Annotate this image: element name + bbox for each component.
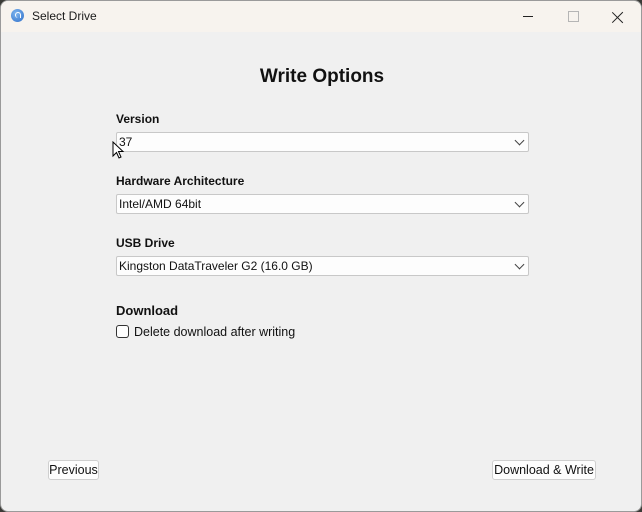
- version-select[interactable]: 37: [116, 132, 529, 152]
- title-bar: Select Drive: [1, 1, 641, 32]
- previous-button[interactable]: Previous: [48, 460, 99, 480]
- close-icon: [612, 11, 624, 23]
- usb-drive-select[interactable]: Kingston DataTraveler G2 (16.0 GB): [116, 256, 529, 276]
- chevron-down-icon: [514, 197, 525, 208]
- version-label: Version: [116, 112, 160, 126]
- maximize-button[interactable]: [550, 1, 596, 32]
- close-button[interactable]: [595, 1, 641, 32]
- download-section-label: Download: [116, 303, 179, 318]
- chevron-down-icon: [514, 135, 525, 146]
- minimize-button[interactable]: [505, 1, 551, 32]
- window-title: Select Drive: [32, 9, 97, 23]
- usb-drive-value: Kingston DataTraveler G2 (16.0 GB): [119, 259, 313, 273]
- select-drive-window: Select Drive Write Options Version 37 Ha…: [0, 0, 642, 512]
- delete-download-checkbox[interactable]: [116, 325, 129, 338]
- app-icon: [11, 9, 24, 22]
- maximize-icon: [567, 11, 579, 22]
- mouse-cursor-icon: [112, 141, 125, 159]
- minimize-icon: [523, 16, 533, 17]
- architecture-value: Intel/AMD 64bit: [119, 197, 202, 211]
- architecture-select[interactable]: Intel/AMD 64bit: [116, 194, 529, 214]
- usb-drive-label: USB Drive: [116, 236, 175, 250]
- download-write-button[interactable]: Download & Write: [492, 460, 596, 480]
- chevron-down-icon: [514, 259, 525, 270]
- delete-download-label[interactable]: Delete download after writing: [134, 325, 295, 339]
- architecture-label: Hardware Architecture: [116, 174, 245, 188]
- page-title: Write Options: [259, 66, 385, 87]
